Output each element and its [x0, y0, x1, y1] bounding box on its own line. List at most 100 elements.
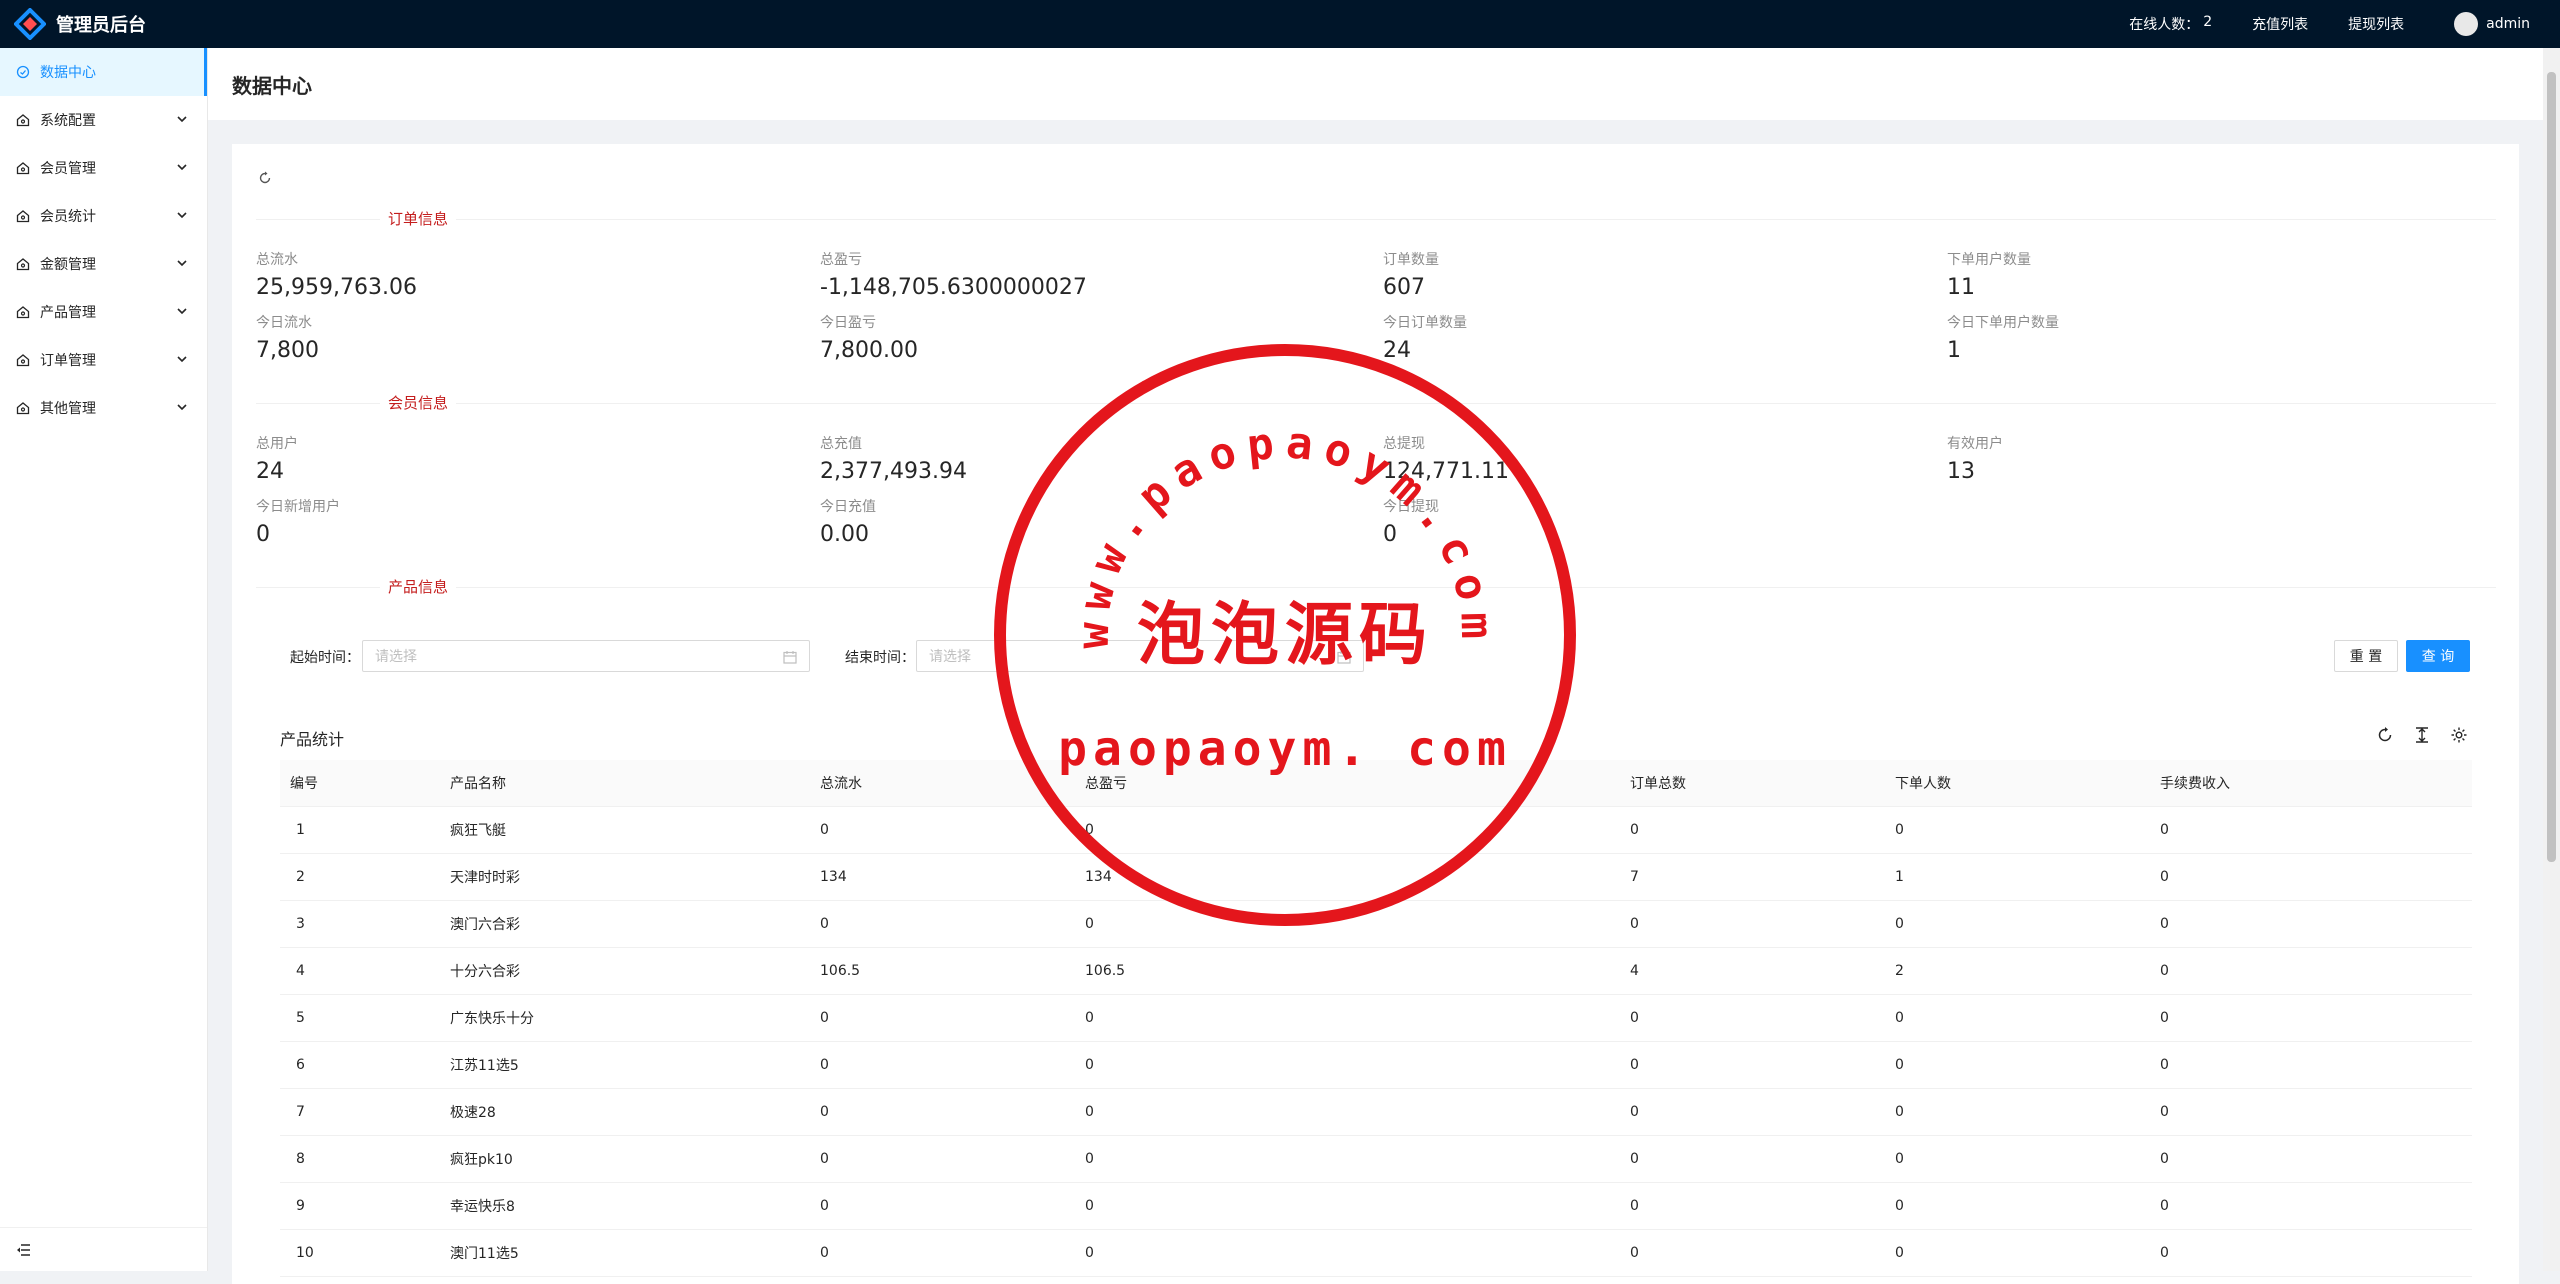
- logo-icon: [14, 8, 46, 40]
- collapse-sidebar-button[interactable]: [0, 1227, 207, 1271]
- stat-label: 今日提现: [1383, 499, 1439, 515]
- recharge-list-link[interactable]: 充值列表: [2252, 14, 2308, 34]
- setting-icon: [16, 113, 30, 127]
- table-row[interactable]: 10 澳门11选5 0 0 0 0 0: [280, 1230, 2472, 1277]
- column-height-icon[interactable]: [2413, 726, 2431, 744]
- withdraw-list-link[interactable]: 提现列表: [2348, 14, 2404, 34]
- table-cell: 0: [2160, 963, 2169, 979]
- user-menu[interactable]: admin: [2454, 12, 2530, 36]
- stat-label: 总流水: [256, 252, 298, 268]
- table-row[interactable]: 2 天津时时彩 134 134 7 1 0: [280, 854, 2472, 901]
- sidebar-item-2[interactable]: 会员管理: [0, 144, 207, 192]
- table-cell: 0: [1895, 1057, 1904, 1073]
- sidebar-item-label: 其他管理: [40, 401, 96, 417]
- end-time-picker[interactable]: 请选择: [916, 640, 1364, 672]
- sidebar-item-7[interactable]: 其他管理: [0, 384, 207, 432]
- start-time-picker[interactable]: 请选择: [362, 640, 810, 672]
- stat-value: 7,800.00: [820, 338, 918, 363]
- table-cell: 0: [1085, 1151, 1094, 1167]
- sidebar-item-label: 产品管理: [40, 305, 96, 321]
- stat-value: 11: [1947, 275, 1975, 300]
- sidebar-item-3[interactable]: 会员统计: [0, 192, 207, 240]
- sidebar-item-4[interactable]: 金额管理: [0, 240, 207, 288]
- table-cell: 0: [1085, 1104, 1094, 1120]
- top-navbar: 管理员后台 在线人数： 2 充值列表 提现列表 admin: [0, 0, 2560, 48]
- table-row[interactable]: 8 疯狂pk10 0 0 0 0 0: [280, 1136, 2472, 1183]
- reload-icon[interactable]: [2376, 726, 2394, 744]
- table-cell: 0: [1895, 916, 1904, 932]
- stat-value: 24: [256, 459, 284, 484]
- query-button[interactable]: 查 询: [2406, 640, 2470, 672]
- table-cell: 9: [296, 1198, 305, 1214]
- table-row[interactable]: 9 幸运快乐8 0 0 0 0 0: [280, 1183, 2472, 1230]
- table-cell: 0: [1085, 822, 1094, 838]
- table-cell: 3: [296, 916, 305, 932]
- section-title-product: 产品信息: [380, 576, 457, 597]
- page-scrollbar[interactable]: [2543, 48, 2560, 1271]
- table-cell: 5: [296, 1010, 305, 1026]
- table-cell: 0: [2160, 1010, 2169, 1026]
- table-cell: 澳门六合彩: [450, 917, 520, 933]
- reload-icon[interactable]: [258, 171, 272, 185]
- table-cell: 4: [1630, 963, 1639, 979]
- sidebar-item-6[interactable]: 订单管理: [0, 336, 207, 384]
- sidebar-item-label: 会员管理: [40, 161, 96, 177]
- section-divider: [256, 403, 2496, 404]
- table-cell: 0: [1895, 1104, 1904, 1120]
- column-header: 产品名称: [450, 776, 506, 792]
- table-cell: 极速28: [450, 1105, 496, 1121]
- table-row[interactable]: 7 极速28 0 0 0 0 0: [280, 1089, 2472, 1136]
- stat-value: 0: [256, 522, 270, 547]
- start-time-placeholder: 请选择: [375, 649, 417, 665]
- table-title: 产品统计: [280, 730, 345, 749]
- sidebar-item-label: 订单管理: [40, 353, 96, 369]
- chevron-down-icon: [177, 308, 187, 315]
- end-time-label: 结束时间：: [845, 650, 915, 666]
- table-cell: 0: [1085, 916, 1094, 932]
- table-row[interactable]: 4 十分六合彩 106.5 106.5 4 2 0: [280, 948, 2472, 995]
- table-cell: 0: [1630, 1245, 1639, 1261]
- table-cell: 0: [2160, 1245, 2169, 1261]
- table-cell: 0: [1630, 1198, 1639, 1214]
- table-cell: 广东快乐十分: [450, 1011, 534, 1027]
- column-header: 编号: [290, 776, 318, 792]
- setting-icon: [16, 401, 30, 415]
- table-cell: 0: [1895, 1245, 1904, 1261]
- table-row[interactable]: 3 澳门六合彩 0 0 0 0 0: [280, 901, 2472, 948]
- column-header: 手续费收入: [2160, 776, 2230, 792]
- table-cell: 0: [2160, 916, 2169, 932]
- table-cell: 2: [1895, 963, 1904, 979]
- table-row[interactable]: 5 广东快乐十分 0 0 0 0 0: [280, 995, 2472, 1042]
- table-cell: 8: [296, 1151, 305, 1167]
- logo[interactable]: 管理员后台: [0, 8, 208, 40]
- table-row[interactable]: 6 江苏11选5 0 0 0 0 0: [280, 1042, 2472, 1089]
- stat-value: 13: [1947, 459, 1975, 484]
- product-stats-table: 编号 产品名称 总流水 总盈亏 订单总数 下单人数 手续费收入 1 疯狂飞艇 0 0 0 0 0 2 天津时…: [280, 760, 2472, 1277]
- sidebar-item-1[interactable]: 系统配置: [0, 96, 207, 144]
- reset-button[interactable]: 重 置: [2334, 640, 2398, 672]
- sidebar: 数据中心 系统配置会员管理会员统计金额管理产品管理订单管理其他管理: [0, 48, 208, 1271]
- table-cell: 0: [1630, 822, 1639, 838]
- setting-icon: [16, 257, 30, 271]
- chevron-down-icon: [177, 404, 187, 411]
- table-row[interactable]: 1 疯狂飞艇 0 0 0 0 0: [280, 807, 2472, 854]
- menu-fold-icon: [17, 1243, 30, 1256]
- table-cell: 天津时时彩: [450, 870, 520, 886]
- table-cell: 7: [1630, 869, 1639, 885]
- table-cell: 0: [1630, 1151, 1639, 1167]
- table-cell: 0: [820, 1198, 829, 1214]
- table-cell: 疯狂飞艇: [450, 823, 506, 839]
- end-time-placeholder: 请选择: [929, 649, 971, 665]
- table-cell: 0: [2160, 822, 2169, 838]
- sidebar-item-5[interactable]: 产品管理: [0, 288, 207, 336]
- table-cell: 1: [296, 822, 305, 838]
- scrollbar-thumb[interactable]: [2547, 72, 2556, 862]
- sidebar-item-0[interactable]: 数据中心: [0, 48, 207, 96]
- setting-icon: [16, 305, 30, 319]
- stat-value: 7,800: [256, 338, 319, 363]
- settings-icon[interactable]: [2450, 726, 2468, 744]
- stat-label: 今日下单用户数量: [1947, 315, 2059, 331]
- stat-order-count: 订单数量 607: [1383, 249, 1439, 301]
- sidebar-item-label: 金额管理: [40, 257, 96, 273]
- online-users: 在线人数： 2: [2129, 14, 2212, 34]
